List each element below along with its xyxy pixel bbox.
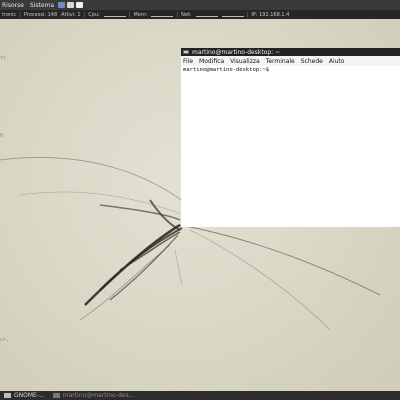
- mem-gauge: [151, 12, 174, 17]
- net-label: Net:: [181, 11, 192, 18]
- browser-launcher-icon[interactable]: [58, 2, 66, 8]
- menu-system[interactable]: Sistema: [28, 2, 58, 9]
- active-count: Attivi: 1: [61, 11, 81, 18]
- mem-label: Mem:: [133, 11, 148, 18]
- ip-address: IP: 192.168.1.4: [251, 11, 290, 18]
- cpu-label: Cpu:: [88, 11, 100, 18]
- menu-tabs[interactable]: Schede: [301, 58, 323, 65]
- taskbar-gnome-button[interactable]: GNOME-...: [0, 391, 49, 400]
- taskbar-terminal-button[interactable]: martino@martino-des...: [49, 391, 139, 400]
- terminal-title: martino@martino-desktop: ~: [192, 48, 281, 56]
- conky-text-2: 0: [0, 133, 4, 139]
- taskbar-terminal-label: martino@martino-des...: [62, 392, 135, 399]
- menu-terminal[interactable]: Terminale: [266, 58, 295, 65]
- conky-text-1: ts: [0, 55, 7, 61]
- terminal-icon: [183, 50, 189, 54]
- host-label: tronic: [2, 11, 17, 18]
- menu-view[interactable]: Visualizza: [230, 58, 260, 65]
- menu-edit[interactable]: Modifica: [199, 58, 224, 65]
- net-down-gauge: [195, 12, 218, 17]
- terminal-menubar: File Modifica Visualizza Terminale Sched…: [181, 56, 400, 66]
- bottom-panel: GNOME-... martino@martino-des...: [0, 391, 400, 400]
- terminal-body[interactable]: martino@martino-desktop:~$: [181, 66, 400, 74]
- process-count: Processi: 148: [23, 11, 58, 18]
- cpu-gauge: [103, 12, 126, 17]
- top-panel: Risorse Sistema: [0, 0, 400, 10]
- mail-launcher-icon[interactable]: [67, 2, 75, 8]
- menu-file[interactable]: File: [183, 58, 193, 65]
- terminal-launcher-icon[interactable]: [76, 2, 84, 8]
- taskbar-gnome-label: GNOME-...: [14, 392, 45, 399]
- shell-prompt: martino@martino-desktop:~$: [183, 67, 270, 73]
- terminal-icon: [52, 393, 60, 398]
- menu-help[interactable]: Aiuto: [329, 58, 345, 65]
- terminal-window[interactable]: martino@martino-desktop: ~ File Modifica…: [181, 48, 400, 227]
- menu-resources[interactable]: Risorse: [0, 2, 28, 9]
- terminal-titlebar[interactable]: martino@martino-desktop: ~: [181, 48, 400, 56]
- window-icon: [4, 393, 11, 398]
- conky-text-3: ur,: [0, 337, 10, 343]
- system-monitor-bar: tronic | Processi: 148 Attivi: 1 | Cpu: …: [0, 10, 400, 19]
- net-up-gauge: [221, 12, 244, 17]
